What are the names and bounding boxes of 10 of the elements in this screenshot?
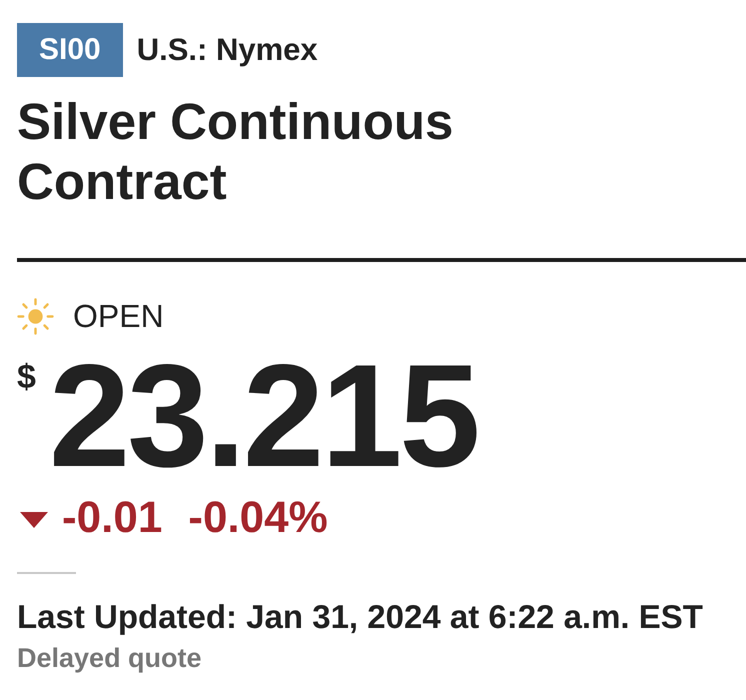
last-updated-text: Last Updated: Jan 31, 2024 at 6:22 a.m. EST (17, 597, 703, 637)
currency-symbol: $ (17, 360, 37, 394)
delayed-quote-note: Delayed quote (17, 642, 202, 674)
instrument-title: Silver Continuous Contract (17, 92, 454, 212)
market-status-label: OPEN (73, 297, 164, 336)
percent-change: -0.04% (188, 496, 328, 540)
exchange-label: U.S.: Nymex (136, 31, 318, 69)
price-value: 23.215 (49, 356, 478, 476)
ticker-symbol-badge: SI00 (17, 23, 123, 77)
price-change: -0.01 (62, 496, 162, 540)
